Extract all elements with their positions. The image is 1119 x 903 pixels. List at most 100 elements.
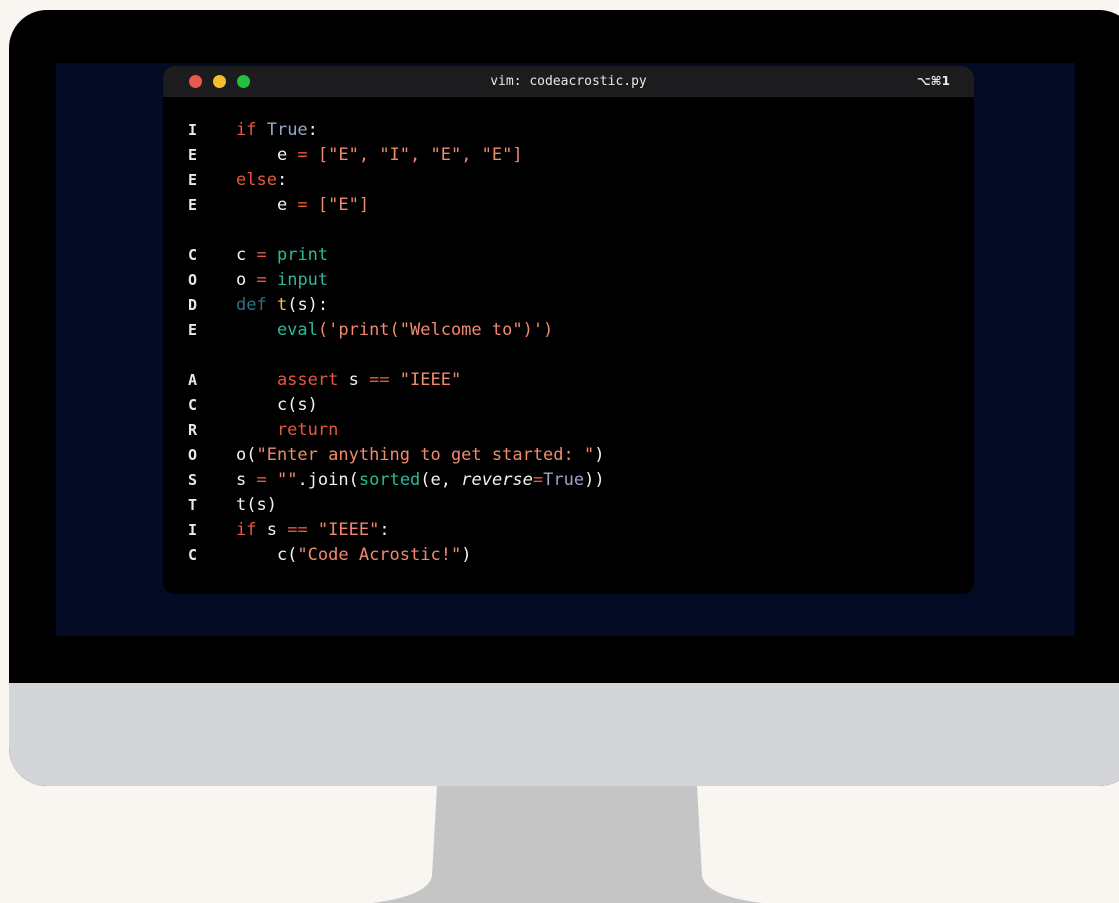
terminal-titlebar[interactable]: vim: codeacrostic.py ⌥⌘1 (163, 66, 974, 97)
code-text: c(s) (236, 393, 318, 418)
code-text: eval('print("Welcome to")') (236, 318, 553, 343)
code-line: Eelse: (163, 168, 974, 193)
code-token: t (276, 295, 288, 315)
acrostic-letter: C (188, 246, 198, 264)
code-token: ["E", "I", "E", "E"] (317, 145, 523, 165)
window-title: vim: codeacrostic.py (490, 74, 647, 89)
code-text: else: (236, 168, 287, 193)
code-token: (e, (420, 470, 462, 490)
code-token: True (266, 120, 308, 140)
code-token: = (532, 470, 544, 490)
code-line: Tt(s) (163, 493, 974, 518)
code-line: Ss = "".join(sorted(e, reverse=True)) (163, 468, 974, 493)
code-token: return (236, 420, 339, 440)
code-text: c("Code Acrostic!") (236, 543, 472, 568)
code-line: E e = ["E", "I", "E", "E"] (163, 143, 974, 168)
code-token: == (287, 520, 318, 540)
code-token: == (369, 370, 400, 390)
code-token: if (236, 520, 267, 540)
code-token: o( (236, 445, 257, 465)
code-token: ["E"] (317, 195, 370, 215)
code-token: ) (461, 545, 472, 565)
code-token: : (379, 520, 390, 540)
code-token: assert (236, 370, 349, 390)
code-token: print (276, 245, 329, 265)
monitor-chin (9, 683, 1119, 786)
code-token: )) (584, 470, 605, 490)
code-token: s (348, 370, 370, 390)
code-editor[interactable]: Iif True: E e = ["E", "I", "E", "E"] Eelse… (163, 118, 974, 568)
code-token: "IEEE" (399, 370, 462, 390)
code-line: A assert s == "IEEE" (163, 368, 974, 393)
code-token: "Enter anything to get started: " (256, 445, 595, 465)
acrostic-letter: O (188, 271, 198, 289)
acrostic-letter: D (188, 296, 198, 314)
code-token: = (256, 245, 277, 265)
code-token: sorted (358, 470, 421, 490)
code-line: C c("Code Acrostic!") (163, 543, 974, 568)
code-token: "" (276, 470, 298, 490)
code-text: o = input (236, 268, 328, 293)
code-token: c(s) (236, 395, 318, 415)
acrostic-letter: E (188, 196, 198, 214)
code-token: def (236, 295, 277, 315)
code-token: else (236, 170, 277, 190)
code-line: R return (163, 418, 974, 443)
code-line: Cc = print (163, 243, 974, 268)
window-shortcut: ⌥⌘1 (916, 74, 950, 88)
code-text: c = print (236, 243, 328, 268)
code-token: (s): (287, 295, 329, 315)
code-text: return (236, 418, 338, 443)
code-token: t(s) (236, 495, 277, 515)
code-token: e (236, 195, 298, 215)
code-token: eval (236, 320, 318, 340)
acrostic-letter: T (188, 496, 198, 514)
code-line: E e = ["E"] (163, 193, 974, 218)
code-token: "IEEE" (317, 520, 380, 540)
acrostic-letter: A (188, 371, 198, 389)
code-token: ) (594, 445, 605, 465)
code-text: if s == "IEEE": (236, 518, 390, 543)
code-text: e = ["E"] (236, 193, 369, 218)
acrostic-letter: E (188, 171, 198, 189)
code-token: "Code Acrostic!" (297, 545, 462, 565)
code-token: e (236, 145, 298, 165)
code-line: Iif True: (163, 118, 974, 143)
code-text: if True: (236, 118, 318, 143)
code-token: = (297, 145, 318, 165)
code-text: o("Enter anything to get started: ") (236, 443, 605, 468)
acrostic-letter: E (188, 321, 198, 339)
code-text: def t(s): (236, 293, 328, 318)
terminal-window[interactable]: vim: codeacrostic.py ⌥⌘1 Iif True: E e = … (163, 66, 974, 594)
code-token: = (297, 195, 318, 215)
code-line: Ddef t(s): (163, 293, 974, 318)
code-line: Oo = input (163, 268, 974, 293)
code-token: True (543, 470, 585, 490)
acrostic-letter: R (188, 421, 198, 439)
code-token: : (276, 170, 288, 190)
acrostic-letter: E (188, 146, 198, 164)
code-line: C c(s) (163, 393, 974, 418)
code-token: s (266, 520, 288, 540)
monitor-stand (372, 786, 762, 903)
code-text: e = ["E", "I", "E", "E"] (236, 143, 523, 168)
code-line: E eval('print("Welcome to")') (163, 318, 974, 343)
acrostic-letter: C (188, 396, 198, 414)
code-token: input (276, 270, 329, 290)
code-text: assert s == "IEEE" (236, 368, 461, 393)
code-text: t(s) (236, 493, 277, 518)
code-token: c (236, 245, 257, 265)
code-token: c( (236, 545, 298, 565)
code-token: if (236, 120, 267, 140)
code-token: = (256, 470, 277, 490)
acrostic-letter: C (188, 546, 198, 564)
code-token: = (256, 270, 277, 290)
acrostic-letter: I (188, 121, 198, 139)
code-text: s = "".join(sorted(e, reverse=True)) (236, 468, 605, 493)
code-token: .join( (297, 470, 359, 490)
acrostic-letter: I (188, 521, 198, 539)
acrostic-letter: S (188, 471, 198, 489)
code-token: s (236, 470, 257, 490)
